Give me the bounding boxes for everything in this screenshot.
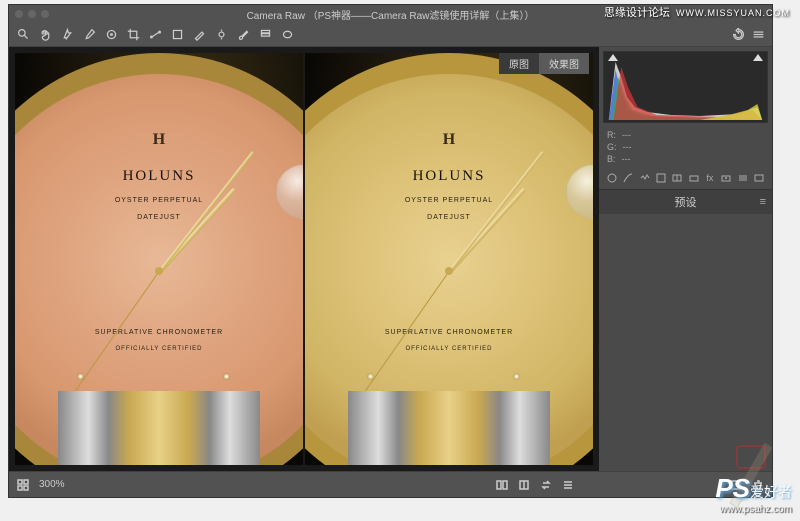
shadow-clip-icon[interactable] <box>608 54 618 61</box>
calibration-tab-icon[interactable] <box>719 171 733 185</box>
window-controls[interactable] <box>15 10 49 18</box>
preview-effect-image: H HOLUNS Oyster Perpetual Datejust Super… <box>305 53 593 465</box>
white-balance-tool-icon[interactable] <box>59 27 75 43</box>
histogram[interactable] <box>603 51 768 123</box>
rgb-readout: R:--- G:--- B:--- <box>599 127 772 167</box>
highlight-clip-icon[interactable] <box>753 54 763 61</box>
radial-filter-icon[interactable] <box>279 27 295 43</box>
zoom-tool-icon[interactable] <box>15 27 31 43</box>
adjustment-tabs: fx <box>599 167 772 190</box>
panel-title-bar: 预设 ≡ <box>599 190 772 214</box>
fx-tab-icon[interactable]: fx <box>703 171 717 185</box>
rotate-ccw-icon[interactable] <box>730 27 746 43</box>
preview-original-image: H HOLUNS Oyster Perpetual Datejust Super… <box>15 53 303 465</box>
basic-tab-icon[interactable] <box>605 171 619 185</box>
curve-tab-icon[interactable] <box>621 171 635 185</box>
lens-tab-icon[interactable] <box>686 171 700 185</box>
statusbar: 300% <box>9 471 772 497</box>
panel-menu-icon[interactable]: ≡ <box>760 196 766 208</box>
camera-raw-window: Camera Raw （PS神器——Camera Raw滤镜使用详解（上集）） … <box>8 4 773 498</box>
targeted-adjustment-icon[interactable] <box>103 27 119 43</box>
preview-area: 原图 效果图 H HOLUNS Oyster Perpetual Datejus… <box>9 47 599 471</box>
spot-removal-tool-icon[interactable] <box>191 27 207 43</box>
hsl-tab-icon[interactable] <box>654 171 668 185</box>
before-after-icon[interactable] <box>516 477 532 493</box>
compare-mode-icon[interactable] <box>494 477 510 493</box>
watermark-top: 思缘设计论坛WWW.MISSYUAN.COM <box>604 4 790 20</box>
adjustment-brush-icon[interactable] <box>235 27 251 43</box>
preferences-icon[interactable] <box>750 27 766 43</box>
color-sampler-tool-icon[interactable] <box>81 27 97 43</box>
zoom-level[interactable]: 300% <box>39 479 65 490</box>
straighten-tool-icon[interactable] <box>147 27 163 43</box>
watermark-bottom: PS爱好者 www.psahz.com <box>715 473 792 515</box>
view-grid-icon[interactable] <box>15 477 31 493</box>
side-panel: R:--- G:--- B:--- fx 预设 ≡ <box>599 47 772 471</box>
crop-tool-icon[interactable] <box>125 27 141 43</box>
graduated-filter-icon[interactable] <box>257 27 273 43</box>
split-tone-tab-icon[interactable] <box>670 171 684 185</box>
swap-icon[interactable] <box>538 477 554 493</box>
tab-effect[interactable]: 效果图 <box>539 53 589 74</box>
transform-tool-icon[interactable] <box>169 27 185 43</box>
window-title: Camera Raw （PS神器——Camera Raw滤镜使用详解（上集）） <box>247 7 535 22</box>
menu-icon[interactable] <box>560 477 576 493</box>
snapshots-tab-icon[interactable] <box>752 171 766 185</box>
red-eye-tool-icon[interactable] <box>213 27 229 43</box>
hand-tool-icon[interactable] <box>37 27 53 43</box>
presets-tab-icon[interactable] <box>735 171 749 185</box>
detail-tab-icon[interactable] <box>638 171 652 185</box>
toolbar <box>9 23 772 47</box>
tab-original[interactable]: 原图 <box>499 53 539 74</box>
